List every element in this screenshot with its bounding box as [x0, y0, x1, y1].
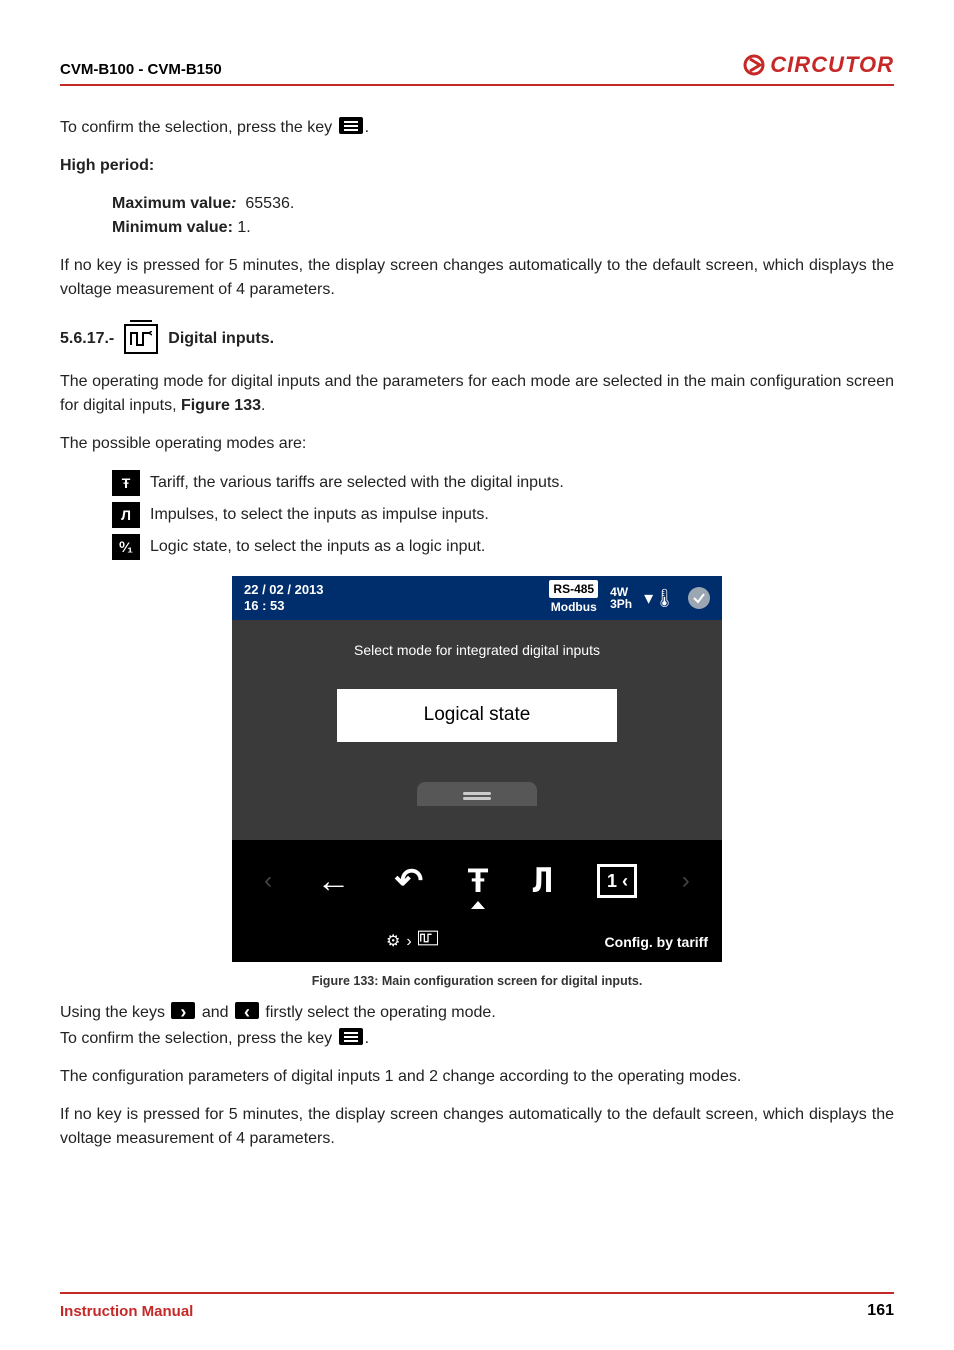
device-screen: 22 / 02 / 2013 16 : 53 RS-485 Modbus 4W … — [232, 576, 722, 962]
breadcrumb-icon — [418, 930, 438, 954]
text: . — [365, 1030, 369, 1047]
text: . — [261, 397, 265, 414]
device-content: Select mode for integrated digital input… — [232, 620, 722, 840]
mode-impulse: Л Impulses, to select the inputs as impu… — [112, 502, 894, 528]
wiring-3ph: 3Ph — [610, 598, 632, 610]
para-timeout-2: If no key is pressed for 5 minutes, the … — [60, 1103, 894, 1151]
scroll-left-icon[interactable]: ‹ — [264, 863, 272, 899]
check-icon — [688, 587, 710, 609]
modbus-label: Modbus — [549, 598, 598, 616]
figure-133: 22 / 02 / 2013 16 : 53 RS-485 Modbus 4W … — [60, 576, 894, 991]
brand-logo: CIRCUTOR — [742, 52, 894, 78]
menu-key-icon — [339, 117, 363, 134]
device-date: 22 / 02 / 2013 — [244, 582, 324, 597]
tariff-mode-icon[interactable]: Ŧ — [468, 856, 489, 907]
section-heading: 5.6.17.- Digital inputs. — [60, 324, 894, 354]
wiring-label: 4W 3Ph — [610, 586, 632, 610]
footer-title: Instruction Manual — [60, 1303, 193, 1320]
text: To confirm the selection, press the key — [60, 119, 337, 136]
back-arrow-icon[interactable]: ← — [316, 856, 350, 907]
figure-ref: Figure 133 — [181, 397, 261, 414]
device-prompt: Select mode for integrated digital input… — [240, 640, 714, 661]
value-range: Maximum value: 65536. Minimum value: 1. — [60, 192, 894, 240]
para-modes-intro: The possible operating modes are: — [60, 432, 894, 456]
impulse-mode-icon[interactable]: Л — [533, 856, 553, 907]
left-key-icon — [235, 1002, 259, 1019]
header-model: CVM-B100 - CVM-B150 — [60, 61, 222, 78]
header-divider — [60, 84, 894, 86]
para-intro: The operating mode for digital inputs an… — [60, 370, 894, 418]
device-datetime: 22 / 02 / 2013 16 : 53 — [244, 582, 324, 613]
brand-name: CIRCUTOR — [770, 52, 894, 78]
text: . — [365, 119, 369, 136]
section-number: 5.6.17.- — [60, 327, 114, 351]
text: Using the keys — [60, 1004, 169, 1021]
para-config-change: The configuration parameters of digital … — [60, 1065, 894, 1089]
logic-icon: ⁰⁄₁ — [112, 534, 140, 560]
breadcrumb-label: Config. by tariff — [605, 932, 708, 953]
scroll-right-icon[interactable]: › — [682, 863, 690, 899]
page-number: 161 — [867, 1302, 894, 1320]
text: and — [197, 1004, 233, 1021]
text: To confirm the selection, press the key — [60, 1030, 337, 1047]
device-breadcrumb: ⚙ › Config. by tariff — [232, 922, 722, 962]
text: firstly select the operating mode. — [261, 1004, 496, 1021]
min-label: Minimum value: — [112, 219, 233, 236]
high-period-heading: High period: — [60, 154, 894, 178]
mode-tariff: Ŧ Tariff, the various tariffs are select… — [112, 470, 894, 496]
rs485-label: RS-485 — [549, 580, 598, 598]
mode-list: Ŧ Tariff, the various tariffs are select… — [60, 470, 894, 560]
device-time: 16 : 53 — [244, 598, 284, 613]
para-timeout-1: If no key is pressed for 5 minutes, the … — [60, 254, 894, 302]
figure-caption: Figure 133: Main configuration screen fo… — [312, 972, 643, 991]
device-selection[interactable]: Logical state — [337, 689, 617, 742]
impulse-icon: Л — [112, 502, 140, 528]
tariff-icon: Ŧ — [112, 470, 140, 496]
device-drawer-handle[interactable] — [417, 782, 537, 806]
logic-mode-icon[interactable]: 1 ‹ — [597, 864, 637, 898]
circutor-icon — [742, 53, 766, 77]
para-confirm-2: To confirm the selection, press the key … — [60, 1027, 894, 1051]
active-indicator-icon — [471, 901, 485, 909]
right-key-icon — [171, 1002, 195, 1019]
min-value: 1. — [237, 219, 250, 236]
para-select-mode: Using the keys and firstly select the op… — [60, 1001, 894, 1025]
max-label: Maximum value — [112, 195, 231, 212]
footer-divider — [60, 1292, 894, 1294]
mode-logic: ⁰⁄₁ Logic state, to select the inputs as… — [112, 534, 894, 560]
menu-key-icon — [339, 1028, 363, 1045]
gear-icon: ⚙ — [386, 930, 400, 954]
max-value: 65536. — [245, 195, 294, 212]
logic-text: Logic state, to select the inputs as a l… — [150, 535, 485, 559]
page-footer: Instruction Manual 161 — [60, 1292, 894, 1320]
undo-icon[interactable]: ↶ — [395, 856, 424, 907]
section-title: Digital inputs. — [168, 327, 274, 351]
tariff-text: Tariff, the various tariffs are selected… — [150, 471, 564, 495]
digital-inputs-icon — [124, 324, 158, 354]
lock-thermo-icon: ▾🌡 — [644, 585, 676, 612]
para-confirm-1: To confirm the selection, press the key … — [60, 116, 894, 140]
breadcrumb-sep: › — [406, 930, 411, 954]
device-status-bar: 22 / 02 / 2013 16 : 53 RS-485 Modbus 4W … — [232, 576, 722, 620]
comm-block: RS-485 Modbus — [549, 580, 598, 616]
device-toolbar: ‹ ← ↶ Ŧ Л 1 ‹ › — [232, 840, 722, 922]
impulse-text: Impulses, to select the inputs as impuls… — [150, 503, 489, 527]
